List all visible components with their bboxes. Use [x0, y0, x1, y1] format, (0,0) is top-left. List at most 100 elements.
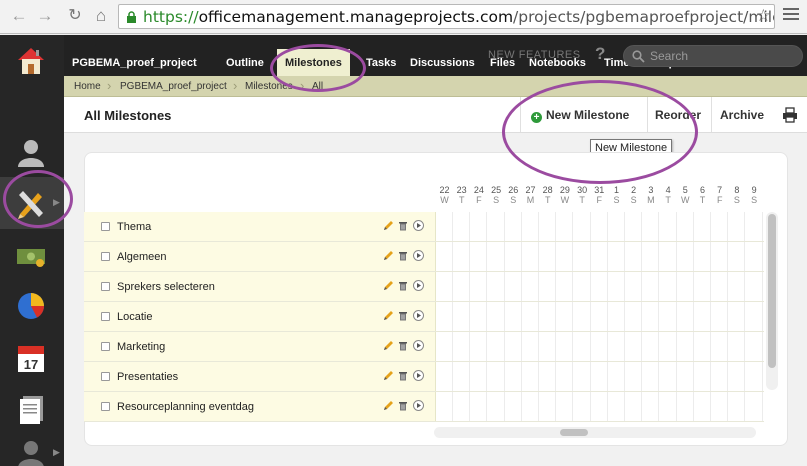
timeline-day: 5W [677, 185, 694, 205]
sidebar-profile[interactable]: ▶ [0, 427, 64, 466]
tab-discussions[interactable]: Discussions [410, 57, 475, 69]
milestone-name-cell: Thema [84, 212, 436, 241]
breadcrumb-home[interactable]: Home [74, 81, 101, 92]
milestone-row[interactable]: Resourceplanning eventdag [84, 392, 764, 422]
milestone-row[interactable]: Locatie [84, 302, 764, 332]
milestone-title[interactable]: Presentaties [117, 371, 178, 383]
archive-button[interactable]: Archive [711, 97, 773, 132]
trash-icon[interactable] [398, 400, 408, 411]
expand-arrow-icon[interactable] [413, 370, 424, 381]
timeline-weekday: S [613, 195, 620, 205]
horizontal-scrollbar[interactable] [434, 427, 756, 438]
horizontal-scroll-thumb[interactable] [560, 429, 588, 436]
sidebar-home[interactable] [0, 35, 64, 87]
page-header: All Milestones + New Milestone Reorder Ar… [64, 97, 807, 133]
milestone-title[interactable]: Thema [117, 221, 151, 233]
breadcrumb-milestones[interactable]: Milestones [245, 81, 293, 92]
milestone-checkbox[interactable] [101, 222, 110, 231]
milestone-checkbox[interactable] [101, 252, 110, 261]
edit-pencil-icon[interactable] [383, 310, 394, 321]
edit-pencil-icon[interactable] [383, 370, 394, 381]
timeline-day: 1S [608, 185, 625, 205]
expand-arrow-icon[interactable] [413, 400, 424, 411]
back-arrow-icon[interactable]: ← [8, 5, 30, 27]
timeline-day: 9S [746, 185, 763, 205]
milestone-title[interactable]: Locatie [117, 311, 152, 323]
milestone-title[interactable]: Resourceplanning eventdag [117, 401, 254, 413]
submenu-arrow-icon: ▶ [53, 447, 60, 457]
forward-arrow-icon[interactable]: → [34, 5, 56, 27]
milestone-checkbox[interactable] [101, 372, 110, 381]
timeline-day: 27 M [522, 185, 539, 205]
milestone-row[interactable]: Algemeen [84, 242, 764, 272]
home-icon [18, 48, 44, 74]
trash-icon[interactable] [398, 340, 408, 351]
sidebar-reports[interactable] [0, 280, 64, 332]
expand-arrow-icon[interactable] [413, 340, 424, 351]
edit-pencil-icon[interactable] [383, 220, 394, 231]
printer-icon[interactable] [782, 107, 798, 123]
edit-pencil-icon[interactable] [383, 250, 394, 261]
milestone-row[interactable]: Thema [84, 212, 764, 242]
trash-icon[interactable] [398, 310, 408, 321]
sidebar-projects[interactable]: ▶ [0, 177, 64, 229]
edit-pencil-icon[interactable] [383, 340, 394, 351]
milestone-row[interactable]: Marketing [84, 332, 764, 362]
trash-icon[interactable] [398, 370, 408, 381]
milestone-title[interactable]: Sprekers selecteren [117, 281, 215, 293]
archive-label: Archive [720, 108, 765, 122]
breadcrumb-separator-icon: › [107, 78, 112, 93]
home-button-icon[interactable]: ⌂ [90, 5, 112, 27]
address-bar[interactable]: https://officemanagement.manageprojects.… [118, 4, 775, 29]
tab-tasks[interactable]: Tasks [366, 57, 396, 69]
expand-arrow-icon[interactable] [413, 220, 424, 231]
reload-icon[interactable]: ↻ [64, 5, 86, 27]
reorder-button[interactable]: Reorder [647, 97, 711, 132]
trash-icon[interactable] [398, 250, 408, 261]
tab-outline[interactable]: Outline [226, 57, 264, 69]
timeline-day-number: 29 [559, 185, 570, 195]
milestone-checkbox[interactable] [101, 282, 110, 291]
user-profile-icon [18, 441, 44, 466]
timeline-day: 26 S [505, 185, 522, 205]
timeline-weekday: W [560, 195, 570, 205]
vertical-scroll-thumb[interactable] [768, 214, 776, 368]
edit-pencil-icon[interactable] [383, 400, 394, 411]
milestone-checkbox[interactable] [101, 342, 110, 351]
new-features-link[interactable]: NEW FEATURES [488, 49, 581, 61]
milestone-row[interactable]: Presentaties [84, 362, 764, 392]
tab-milestones[interactable]: Milestones [277, 49, 350, 76]
sidebar-contacts[interactable] [0, 127, 64, 179]
submenu-arrow-icon: ▶ [53, 197, 60, 207]
lock-icon [127, 11, 136, 23]
reorder-label: Reorder [655, 108, 702, 122]
edit-pencil-icon[interactable] [383, 280, 394, 291]
expand-arrow-icon[interactable] [413, 310, 424, 321]
timeline-grid [436, 242, 764, 271]
breadcrumb-project[interactable]: PGBEMA_proef_project [120, 81, 227, 92]
milestone-title[interactable]: Marketing [117, 341, 165, 353]
expand-arrow-icon[interactable] [413, 280, 424, 291]
sidebar-money[interactable] [0, 230, 64, 282]
documents-icon [20, 396, 43, 424]
new-milestone-button[interactable]: + New Milestone [520, 97, 647, 132]
milestone-title[interactable]: Algemeen [117, 251, 167, 263]
timeline-day-number: 4 [665, 185, 671, 195]
bookmark-star-icon[interactable]: ☆ [756, 6, 771, 26]
help-icon[interactable]: ? [595, 44, 605, 64]
milestone-checkbox[interactable] [101, 312, 110, 321]
trash-icon[interactable] [398, 280, 408, 291]
search-icon [632, 50, 645, 63]
milestone-row[interactable]: Sprekers selecteren [84, 272, 764, 302]
project-name[interactable]: PGBEMA_proef_project [72, 57, 197, 69]
trash-icon[interactable] [398, 220, 408, 231]
expand-arrow-icon[interactable] [413, 250, 424, 261]
milestone-checkbox[interactable] [101, 402, 110, 411]
timeline-day: 8S [728, 185, 745, 205]
sidebar-calendar[interactable]: 17 [0, 332, 64, 384]
search-input[interactable]: Search [623, 45, 803, 67]
search-placeholder: Search [650, 49, 689, 63]
browser-menu-icon[interactable] [783, 8, 799, 22]
vertical-scrollbar[interactable] [766, 212, 778, 390]
timeline-day-number: 1 [613, 185, 619, 195]
